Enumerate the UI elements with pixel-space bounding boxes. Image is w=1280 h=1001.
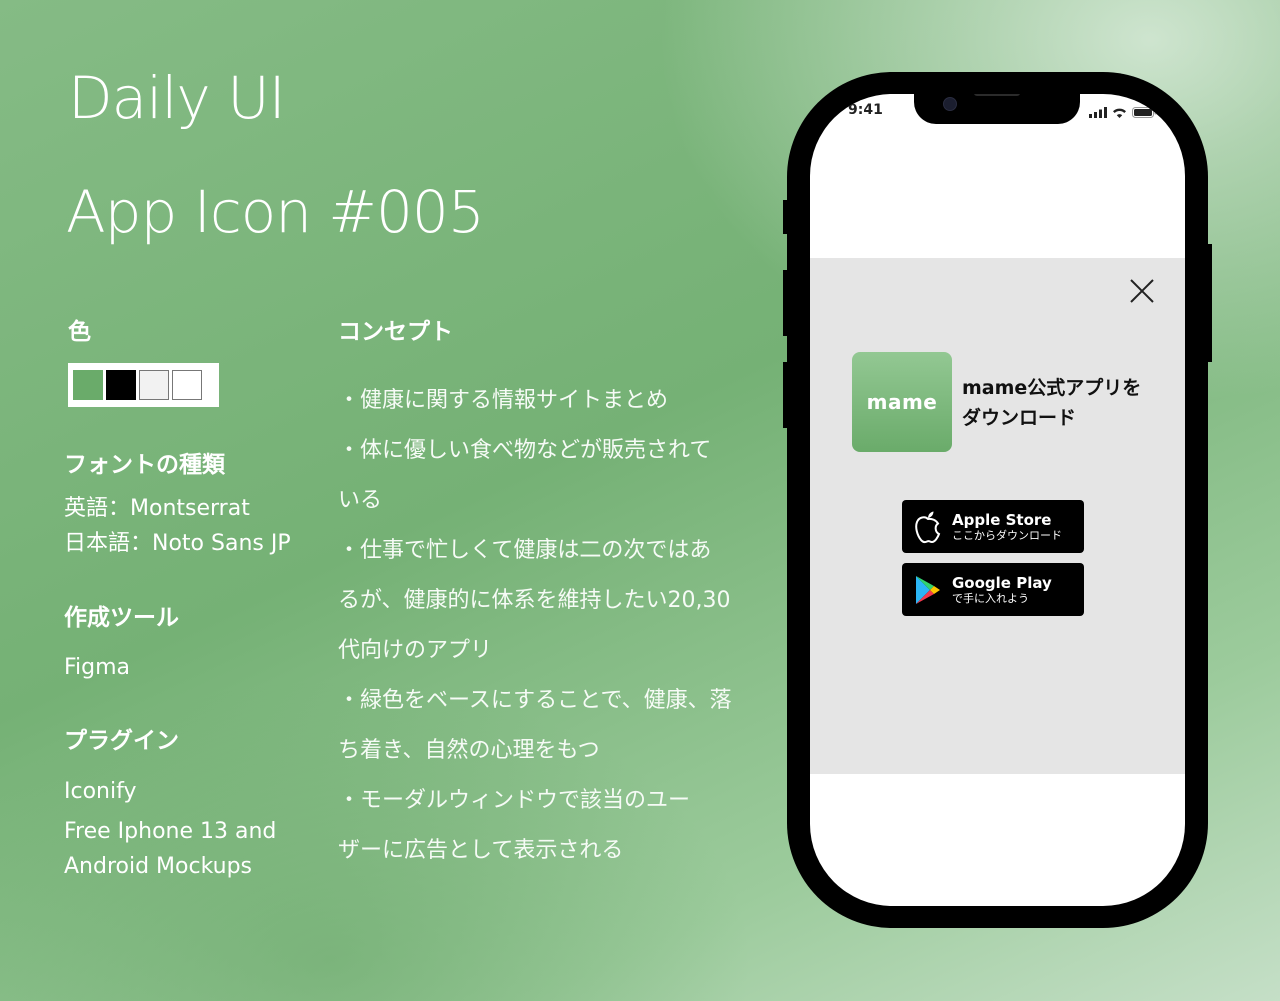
phone-mute-switch xyxy=(783,200,789,234)
concept-line: 代向けのアプリ xyxy=(338,638,493,663)
page-subtitle: App Icon #005 xyxy=(66,178,485,246)
swatch-white xyxy=(172,370,202,400)
speaker-icon xyxy=(974,94,1020,96)
signal-icon xyxy=(1089,107,1107,118)
fonts-heading: フォントの種類 xyxy=(64,452,225,478)
google-play-sub: で手に入れよう xyxy=(952,591,1029,605)
concept-line: ・緑色をベースにすることで、健康、落 xyxy=(338,688,732,713)
apple-store-button[interactable]: Apple Store ここからダウンロード xyxy=(902,500,1084,553)
font-japanese: 日本語：Noto Sans JP xyxy=(64,531,291,556)
concept-heading: コンセプト xyxy=(338,319,453,345)
plugin-item: Android Mockups xyxy=(64,854,253,879)
apple-logo-icon xyxy=(915,511,941,543)
phone-volume-up xyxy=(783,270,789,336)
phone-mockup: 9:41 mame mame公式アプリを ダウンロード Apple Store … xyxy=(783,72,1212,928)
page-title: Daily UI xyxy=(68,64,286,132)
concept-line: ・モーダルウィンドウで該当のユー xyxy=(338,788,691,813)
modal-title-line: mame公式アプリを xyxy=(962,377,1142,399)
wifi-icon xyxy=(1113,108,1126,118)
concept-text: ・健康に関する情報サイトまとめ ・体に優しい食べ物などが販売されて いる ・仕事… xyxy=(338,376,778,876)
app-icon-label: mame xyxy=(866,390,938,414)
download-modal: mame mame公式アプリを ダウンロード Apple Store ここからダ… xyxy=(810,258,1185,774)
tools-heading: 作成ツール xyxy=(64,605,179,631)
apple-store-name: Apple Store xyxy=(952,510,1052,529)
phone-power-button xyxy=(1206,244,1212,362)
concept-line: ・体に優しい食べ物などが販売されて xyxy=(338,438,712,463)
plugin-item: Iconify xyxy=(64,779,137,804)
font-english: 英語：Montserrat xyxy=(64,496,250,521)
color-swatches xyxy=(68,363,219,407)
google-play-name: Google Play xyxy=(952,573,1052,592)
concept-line: ち着き、自然の心理をもつ xyxy=(338,738,600,763)
concept-line: ・仕事で忙しくて健康は二の次ではあ xyxy=(338,538,712,563)
swatch-black xyxy=(106,370,136,400)
swatch-green xyxy=(73,370,103,400)
close-icon[interactable] xyxy=(1127,276,1157,306)
swatch-light-gray xyxy=(139,370,169,400)
phone-volume-down xyxy=(783,362,789,428)
app-icon[interactable]: mame xyxy=(852,352,952,452)
battery-icon xyxy=(1132,107,1157,118)
modal-title: mame公式アプリを ダウンロード xyxy=(962,373,1141,433)
status-time: 9:41 xyxy=(848,102,883,118)
phone-screen: 9:41 mame mame公式アプリを ダウンロード Apple Store … xyxy=(810,94,1185,906)
concept-line: ・健康に関する情報サイトまとめ xyxy=(338,388,669,413)
status-icons xyxy=(1089,107,1157,118)
concept-line: ザーに広告として表示される xyxy=(338,838,624,863)
plugins-heading: プラグイン xyxy=(64,728,179,754)
colors-heading: 色 xyxy=(68,319,91,345)
plugin-item: Free Iphone 13 and xyxy=(64,819,277,844)
google-play-button[interactable]: Google Play で手に入れよう xyxy=(902,563,1084,616)
concept-line: るが、健康的に体系を維持したい20,30 xyxy=(338,588,731,613)
tool-value: Figma xyxy=(64,655,131,680)
phone-notch xyxy=(914,94,1080,124)
modal-title-line: ダウンロード xyxy=(962,407,1077,429)
camera-icon xyxy=(943,97,957,111)
apple-store-sub: ここからダウンロード xyxy=(952,528,1062,542)
google-play-icon xyxy=(916,575,940,604)
concept-line: いる xyxy=(338,488,383,513)
